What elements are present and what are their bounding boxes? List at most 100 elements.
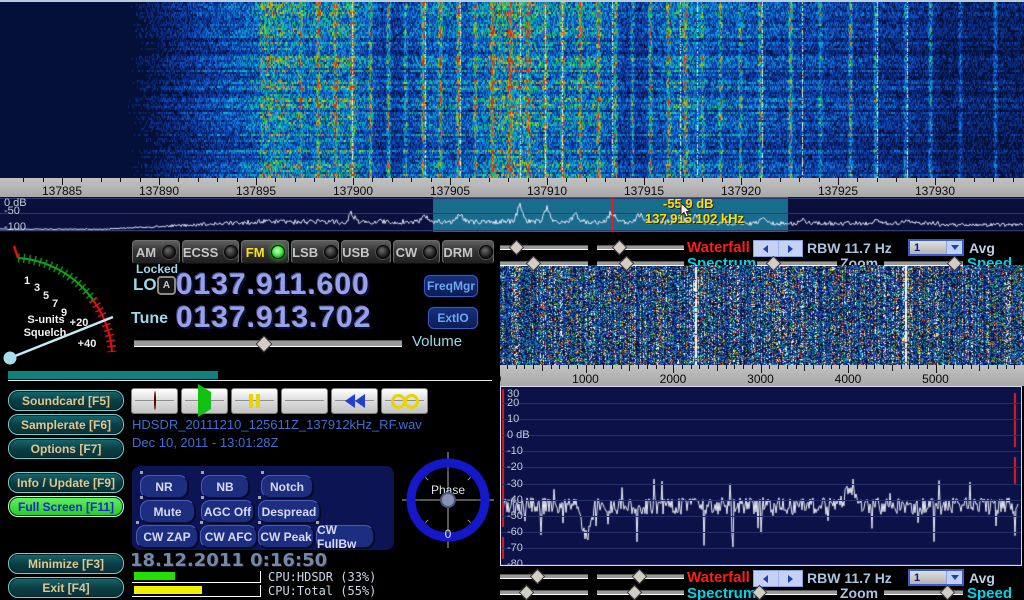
play-button[interactable] bbox=[181, 388, 228, 414]
ruler-tick bbox=[101, 178, 102, 182]
dsp-button-cw-zap[interactable]: CW ZAP bbox=[136, 525, 198, 548]
speed-slider-top[interactable] bbox=[884, 258, 963, 267]
ruler-tick bbox=[566, 178, 567, 182]
rbw-decrease-icon[interactable] bbox=[754, 241, 779, 256]
waterfall-brightness-slider-bottom[interactable] bbox=[500, 571, 588, 580]
spectrum-contrast-slider-top[interactable] bbox=[597, 258, 684, 267]
rbw-decrease-icon[interactable] bbox=[754, 571, 779, 586]
s-units-label: S-units bbox=[27, 314, 64, 326]
audio-db-label: 0 dB bbox=[507, 429, 530, 441]
speed-slider-bottom[interactable] bbox=[884, 587, 963, 596]
waterfall-contrast-slider-top-thumb[interactable] bbox=[611, 240, 627, 256]
mode-button-cw[interactable]: CW bbox=[393, 240, 441, 264]
spectrum-brightness-slider-bottom[interactable] bbox=[500, 587, 588, 596]
tune-label: Tune bbox=[131, 310, 168, 328]
avg-dropdown-icon[interactable] bbox=[946, 571, 962, 584]
lo-frequency-display[interactable]: 0137.911.600 bbox=[176, 268, 370, 302]
spectrum-brightness-slider-top[interactable] bbox=[500, 258, 588, 267]
dsp-button-cw-fullbw[interactable]: CW FullBw bbox=[316, 525, 374, 548]
dsp-button-nr[interactable]: NR bbox=[140, 475, 188, 498]
ruler-tick bbox=[603, 365, 604, 369]
cursor-readout: -55.9 dB 137.915.102 kHz bbox=[645, 197, 744, 226]
mode-label: ECSS bbox=[183, 245, 218, 260]
volume-slider-thumb[interactable] bbox=[256, 336, 273, 353]
menu-button-options[interactable]: Options [F7] bbox=[8, 438, 124, 459]
audio-db-label: -20 bbox=[507, 461, 523, 473]
extio-button[interactable]: ExtIO bbox=[428, 307, 478, 329]
rbw-increase-icon[interactable] bbox=[779, 571, 803, 586]
ruler-tick bbox=[605, 178, 606, 182]
ruler-tick bbox=[909, 365, 910, 369]
zoom-slider-top[interactable] bbox=[757, 258, 837, 267]
avg-combobox-top[interactable]: 1 bbox=[908, 239, 964, 256]
tune-frequency-display[interactable]: 0137.913.702 bbox=[176, 301, 372, 335]
dsp-button-despread[interactable]: Despread bbox=[258, 500, 320, 523]
avg-dropdown-icon[interactable] bbox=[946, 241, 962, 254]
ruler-tick bbox=[760, 178, 761, 182]
mode-button-lsb[interactable]: LSB bbox=[291, 240, 339, 264]
menu-button-full[interactable]: Full Screen [F11] bbox=[8, 496, 124, 517]
record-button[interactable] bbox=[131, 388, 178, 414]
freqmgr-button[interactable]: FreqMgr bbox=[424, 275, 478, 297]
waterfall-brightness-slider-bottom-thumb[interactable] bbox=[530, 569, 546, 585]
audio-waterfall-display[interactable] bbox=[500, 265, 1024, 365]
loop-button[interactable] bbox=[381, 388, 428, 414]
menu-button-samplerate[interactable]: Samplerate [F6] bbox=[8, 414, 124, 435]
lo-auto-button[interactable]: A bbox=[157, 276, 176, 295]
waterfall-contrast-slider-bottom-thumb[interactable] bbox=[631, 569, 647, 585]
ruler-tick bbox=[507, 365, 508, 369]
rbw-spinner-bottom[interactable] bbox=[753, 570, 803, 587]
mode-button-ecss[interactable]: ECSS bbox=[182, 240, 239, 264]
menu-button-info[interactable]: Info / Update [F9] bbox=[8, 472, 124, 493]
mode-button-fm[interactable]: FM bbox=[241, 240, 289, 264]
ruler-tick bbox=[691, 365, 692, 369]
audio-spectrum-display[interactable]: 3020100 dB-10-20-30-40-50-60-70-80 bbox=[500, 386, 1022, 566]
stop-button[interactable] bbox=[281, 388, 328, 414]
dsp-button-cw-afc[interactable]: CW AFC bbox=[200, 525, 257, 548]
dsp-button-agc-off[interactable]: AGC Off bbox=[201, 500, 254, 523]
mode-button-am[interactable]: AM bbox=[132, 240, 180, 264]
menu-button-exit[interactable]: Exit [F4] bbox=[8, 577, 124, 598]
mode-button-usb[interactable]: USB bbox=[341, 240, 390, 264]
rf-frequency-ruler[interactable]: 1378851378901378951379001379051379101379… bbox=[0, 178, 1024, 197]
volume-slider[interactable] bbox=[134, 337, 402, 349]
ruler-tick bbox=[1013, 178, 1014, 182]
rewind-button[interactable] bbox=[331, 388, 378, 414]
ruler-tick bbox=[568, 365, 569, 369]
menu-button-soundcard[interactable]: Soundcard [F5] bbox=[8, 390, 124, 411]
rbw-spinner-top[interactable] bbox=[753, 240, 803, 257]
spectrum-contrast-slider-bottom[interactable] bbox=[597, 587, 684, 596]
level-bar[interactable] bbox=[8, 371, 218, 379]
phase-center-dot[interactable] bbox=[441, 493, 455, 507]
ruler-label: 2000 bbox=[660, 372, 687, 386]
waterfall-contrast-slider-bottom[interactable] bbox=[597, 571, 684, 580]
ruler-tick bbox=[120, 178, 121, 182]
waterfall-brightness-slider-top-thumb[interactable] bbox=[509, 240, 525, 256]
mode-button-drm[interactable]: DRM bbox=[442, 240, 494, 264]
speed-slider-bottom-thumb[interactable] bbox=[940, 585, 956, 600]
rbw-increase-icon[interactable] bbox=[779, 241, 803, 256]
ruler-tick bbox=[524, 365, 525, 369]
waterfall-contrast-slider-top[interactable] bbox=[597, 242, 684, 251]
ruler-label: 137905 bbox=[430, 184, 470, 197]
avg-combobox-bottom[interactable]: 1 bbox=[908, 569, 964, 586]
menu-button-minimize[interactable]: Minimize [F3] bbox=[8, 553, 124, 574]
waterfall-brightness-slider-top[interactable] bbox=[500, 242, 588, 251]
dsp-button-nb[interactable]: NB bbox=[201, 475, 249, 498]
dsp-button-mute[interactable]: Mute bbox=[140, 500, 195, 523]
s-meter: 1 3 5 7 9 +20 +40 S-units Squelch bbox=[2, 240, 128, 366]
rf-spectrum-display[interactable]: 0 dB -50 -100 -55.9 dB 137.915.102 kHz bbox=[0, 197, 1024, 232]
ruler-tick bbox=[857, 178, 858, 182]
spectrum-contrast-slider-bottom-thumb[interactable] bbox=[626, 585, 642, 600]
rf-waterfall-display[interactable] bbox=[0, 2, 1024, 178]
zoom-slider-bottom[interactable] bbox=[757, 587, 837, 596]
audio-frequency-ruler[interactable]: 010002000300040005000 bbox=[500, 365, 1024, 386]
avg-value-top: 1 bbox=[910, 241, 946, 254]
dsp-button-notch[interactable]: Notch bbox=[261, 475, 313, 498]
ruler-tick bbox=[629, 365, 630, 371]
ruler-tick bbox=[469, 178, 470, 182]
spectrum-brightness-slider-bottom-thumb[interactable] bbox=[519, 585, 535, 600]
mode-led-icon bbox=[376, 245, 390, 259]
pause-button[interactable] bbox=[231, 388, 278, 414]
dsp-button-cw-peak[interactable]: CW Peak bbox=[258, 525, 314, 548]
